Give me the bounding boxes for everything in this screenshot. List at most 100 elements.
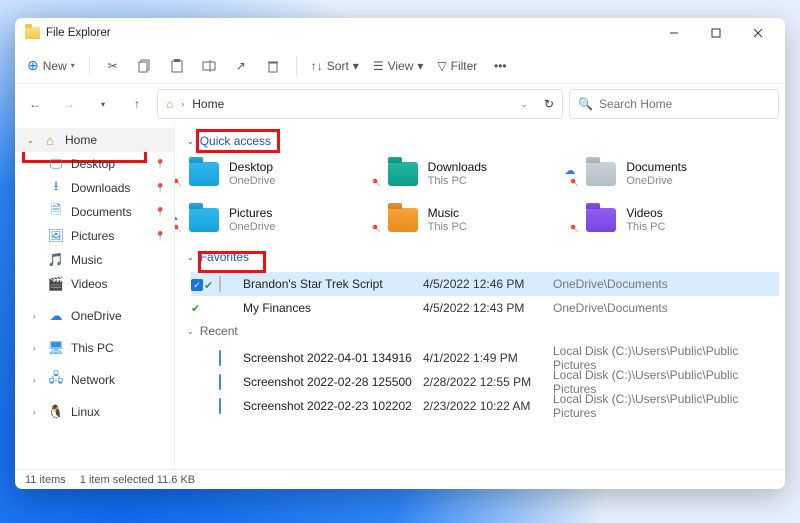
favorites-label: Favorites [200,250,249,264]
recent-row[interactable]: Screenshot 2022-02-23 1022022/23/2022 10… [191,392,779,416]
chevron-down-icon: ▾ [71,61,75,70]
scissors-icon: ✂ [108,59,118,73]
sidebar-item-thispc[interactable]: ›🖥This PC [15,336,174,360]
image-icon [219,398,221,414]
app-title-text: File Explorer [46,27,111,39]
home-icon: ⌂ [166,97,173,111]
quick-access-item[interactable]: 📍DownloadsThis PC [388,154,577,194]
chevron-down-icon: ⌄ [187,253,194,262]
file-location: OneDrive\Documents [553,301,779,315]
document-icon [219,276,221,292]
search-icon: 🔍 [578,97,593,111]
folder-icon [586,208,616,232]
file-date: 4/5/2022 12:46 PM [423,277,553,291]
quick-access-item[interactable]: ✔📍DesktopOneDrive [189,154,378,194]
refresh-button[interactable]: ↻ [544,97,554,111]
sidebar-item-home[interactable]: ⌄ ⌂ Home [15,128,174,152]
filter-button[interactable]: ▽Filter [431,52,483,80]
chevron-right-icon: › [33,344,41,353]
sidebar-item-pictures[interactable]: 🖼Pictures📍 [15,224,174,248]
chevron-down-icon: ⌄ [187,137,194,146]
search-field[interactable] [599,97,770,111]
sidebar-item-music[interactable]: 🎵Music [15,248,174,272]
back-button[interactable]: ← [21,90,49,118]
chevron-down-icon: ⌄ [27,136,35,145]
sync-ok-icon: ✔ [191,303,200,315]
paste-icon [170,59,184,73]
item-subtitle: This PC [428,175,487,189]
image-icon [219,350,221,366]
sidebar-item-documents[interactable]: 🗎Documents📍 [15,200,174,224]
status-items: 11 items [25,474,66,486]
trash-icon [266,59,280,73]
folder-icon [586,162,616,186]
sidebar-item-label: Downloads [71,181,130,195]
rename-button[interactable] [194,52,224,80]
quick-access-header[interactable]: ⌄ Quick access [181,128,779,154]
search-input[interactable]: 🔍 [569,89,779,119]
sidebar-item-label: OneDrive [71,309,122,323]
chevron-right-icon: › [33,312,41,321]
chevron-down-icon: ▾ [353,59,359,73]
maximize-button[interactable] [695,20,737,46]
item-subtitle: OneDrive [626,175,687,189]
item-subtitle: OneDrive [229,175,275,189]
breadcrumb[interactable]: ⌂ › Home ⌄ ↻ [157,89,563,119]
minimize-button[interactable] [653,20,695,46]
sidebar-item-videos[interactable]: 🎬Videos [15,272,174,296]
recent-row[interactable]: Screenshot 2022-04-01 1349164/1/2022 1:4… [191,344,779,368]
sidebar-item-onedrive[interactable]: ›☁OneDrive [15,304,174,328]
checkbox-icon[interactable]: ✓ [191,279,203,291]
forward-button[interactable]: → [55,90,83,118]
view-button[interactable]: ☰View▾ [367,52,430,80]
separator [296,56,297,76]
more-button[interactable]: ••• [485,52,515,80]
cut-button[interactable]: ✂ [98,52,128,80]
sort-button[interactable]: ↑↓Sort▾ [305,52,365,80]
sidebar-item-downloads[interactable]: ⭳Downloads📍 [15,176,174,200]
sidebar-item-label: Music [71,253,102,267]
sidebar-item-label: Videos [71,277,107,291]
status-bar: 11 items 1 item selected 11.6 KB [15,469,785,489]
favorites-header[interactable]: ⌄ Favorites [181,244,779,270]
favorite-row[interactable]: ✓✔Brandon's Star Trek Script4/5/2022 12:… [191,272,779,296]
paste-button[interactable] [162,52,192,80]
file-date: 2/23/2022 10:22 AM [423,399,553,413]
favorite-row[interactable]: ✔My Finances4/5/2022 12:43 PMOneDrive\Do… [191,296,779,320]
close-button[interactable] [737,20,779,46]
copy-button[interactable] [130,52,160,80]
new-button[interactable]: ⊕ New ▾ [21,52,81,80]
folder-icon [189,208,219,232]
sidebar-item-linux[interactable]: ›🐧Linux [15,400,174,424]
file-explorer-window: File Explorer ⊕ New ▾ ✂ ↗ ↑↓Sort▾ ☰View▾… [15,18,785,489]
network-icon: 🖧 [48,372,64,388]
sidebar-item-label: Desktop [71,157,115,171]
main-content: ⌄ Quick access ✔📍DesktopOneDrive📍Downloa… [175,124,785,469]
chevron-down-icon[interactable]: ⌄ [520,99,528,110]
status-selection: 1 item selected 11.6 KB [80,474,195,486]
recent-row[interactable]: Screenshot 2022-02-28 1255002/28/2022 12… [191,368,779,392]
desktop-icon: 🖵 [48,156,64,172]
folder-icon [388,208,418,232]
linux-icon: 🐧 [48,404,64,420]
file-date: 2/28/2022 12:55 PM [423,375,553,389]
share-button[interactable]: ↗ [226,52,256,80]
recent-header[interactable]: ⌄ Recent [181,320,779,342]
chevron-down-icon: ▾ [417,59,423,73]
sidebar-item-desktop[interactable]: 🖵Desktop📍 [15,152,174,176]
chevron-right-icon: › [33,408,41,417]
quick-access-item[interactable]: ☁📍PicturesOneDrive [189,200,378,240]
quick-access-item[interactable]: ☁📍DocumentsOneDrive [586,154,775,194]
sidebar-item-label: Home [65,133,97,147]
recent-locations-button[interactable]: ▾ [89,90,117,118]
delete-button[interactable] [258,52,288,80]
file-name: Brandon's Star Trek Script [243,277,423,291]
quick-access-item[interactable]: 📍MusicThis PC [388,200,577,240]
nav-row: ← → ▾ ↑ ⌂ › Home ⌄ ↻ 🔍 [15,84,785,124]
copy-icon [138,59,152,73]
new-label: New [43,59,67,73]
sidebar-item-network[interactable]: ›🖧Network [15,368,174,392]
quick-access-item[interactable]: 📍VideosThis PC [586,200,775,240]
filter-label: Filter [451,59,478,73]
up-button[interactable]: ↑ [123,90,151,118]
